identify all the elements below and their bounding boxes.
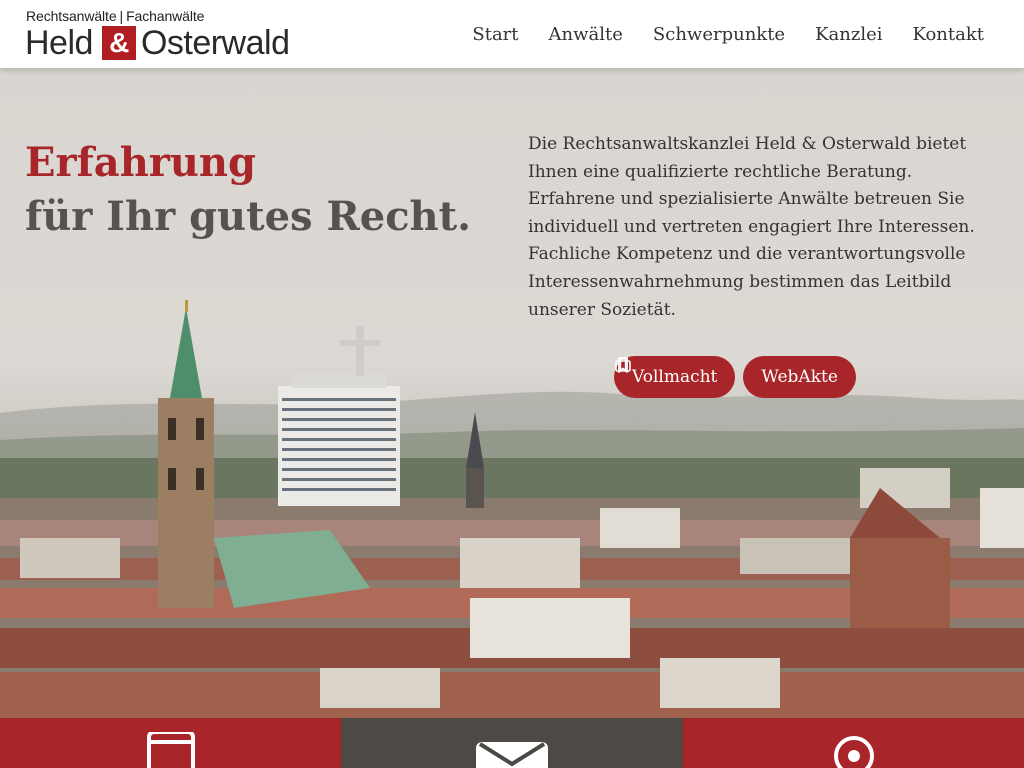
nav-item-anwaelte[interactable]: Anwälte	[549, 24, 623, 45]
logo-name-left: Held	[25, 24, 93, 62]
hero-buttons: Vollmacht WebAkte	[614, 356, 856, 398]
site-logo[interactable]: Rechtsanwälte | Fachanwälte Held & Osterwald	[25, 8, 326, 62]
nav-item-kontakt[interactable]: Kontakt	[913, 24, 985, 45]
briefcase-icon	[615, 358, 631, 372]
nav-item-schwerpunkte[interactable]: Schwerpunkte	[653, 24, 785, 45]
envelope-icon	[476, 742, 548, 768]
headline-accent: Erfahrung	[25, 139, 256, 186]
logo-tagline-left: Rechtsanwälte	[26, 8, 117, 24]
logo-name-right: Osterwald	[140, 24, 290, 62]
location-pin-icon	[833, 736, 874, 768]
feature-tile-location[interactable]	[683, 718, 1024, 768]
logo-tagline-right: Fachanwälte	[126, 8, 205, 24]
main-nav: Start Anwälte Schwerpunkte Kanzlei Konta…	[472, 0, 984, 68]
logo-wordmark: Held & Osterwald	[25, 24, 290, 62]
vollmacht-button[interactable]: Vollmacht	[614, 356, 736, 398]
headline-main: für Ihr gutes Recht.	[25, 193, 472, 240]
feature-bar	[0, 718, 1024, 768]
feature-tile-envelope[interactable]	[341, 718, 683, 768]
webakte-button-label: WebAkte	[761, 367, 838, 387]
vollmacht-button-label: Vollmacht	[632, 367, 718, 387]
feature-tile-tablet[interactable]	[0, 718, 341, 768]
nav-item-kanzlei[interactable]: Kanzlei	[815, 24, 882, 45]
logo-tagline-separator: |	[119, 8, 124, 24]
hero-section: Erfahrung für Ihr gutes Recht. Die Recht…	[0, 68, 1024, 718]
hero-intro-text: Die Rechtsanwaltskanzlei Held & Osterwal…	[528, 134, 975, 320]
nav-item-start[interactable]: Start	[472, 24, 518, 45]
webakte-button[interactable]: WebAkte	[615, 356, 856, 398]
site-header: Rechtsanwälte | Fachanwälte Held & Osterwald…	[0, 0, 1024, 68]
logo-ampersand: &	[101, 26, 136, 60]
tablet-icon	[146, 732, 195, 768]
logo-tagline: Rechtsanwälte | Fachanwälte	[26, 8, 204, 24]
hero-headline: Erfahrung für Ihr gutes Recht.	[25, 136, 471, 244]
